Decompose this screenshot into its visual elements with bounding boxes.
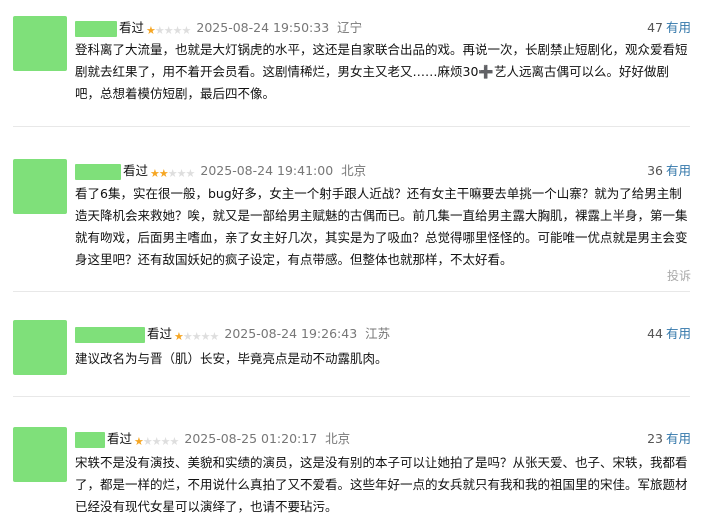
comment-meta: 看过 ★★★★★ 2025-08-24 19:26:43 江苏 xyxy=(75,325,390,343)
useful-button[interactable]: 有用 xyxy=(666,326,691,341)
username[interactable] xyxy=(75,326,145,343)
star-icon: ★ xyxy=(158,166,169,180)
comment-meta: 看过 ★★★★★ 2025-08-24 19:50:33 辽宁 xyxy=(75,19,362,37)
comment-location: 北京 xyxy=(325,431,351,446)
star-icon: ★ xyxy=(209,329,220,343)
star-icon: ★ xyxy=(151,434,162,448)
star-icon: ★ xyxy=(200,329,211,343)
star-icon: ★ xyxy=(172,23,183,37)
comment-meta: 看过 ★★★★★ 2025-08-25 01:20:17 北京 xyxy=(75,430,350,448)
comment-time: 2025-08-24 19:50:33 xyxy=(196,20,330,35)
rating-stars: ★★★★★ xyxy=(150,164,196,180)
useful-button[interactable]: 有用 xyxy=(666,431,691,446)
comment-time: 2025-08-25 01:20:17 xyxy=(184,431,318,446)
watch-status: 看过 xyxy=(123,163,149,178)
star-icon: ★ xyxy=(150,166,160,180)
star-icon: ★ xyxy=(174,329,184,343)
vote-number: 44 xyxy=(647,326,663,341)
comment-text: 宋轶不是没有演技、美貌和实绩的演员，这是没有别的本子可以让她拍了是吗？从张天爱、… xyxy=(75,455,688,514)
watch-status: 看过 xyxy=(147,326,173,341)
watch-status: 看过 xyxy=(107,431,133,446)
comment-meta: 看过 ★★★★★ 2025-08-24 19:41:00 北京 xyxy=(75,162,366,180)
divider xyxy=(13,291,690,292)
rating-stars: ★★★★★ xyxy=(134,432,180,448)
star-icon: ★ xyxy=(163,23,174,37)
vote-count: 36 有用 xyxy=(647,162,691,180)
star-icon: ★ xyxy=(167,166,178,180)
star-icon: ★ xyxy=(154,23,165,37)
star-icon: ★ xyxy=(182,329,193,343)
avatar[interactable] xyxy=(13,320,67,375)
star-icon: ★ xyxy=(160,434,171,448)
star-icon: ★ xyxy=(142,434,153,448)
star-icon: ★ xyxy=(134,434,144,448)
star-icon: ★ xyxy=(185,166,196,180)
divider xyxy=(13,126,690,127)
comment-location: 北京 xyxy=(341,163,367,178)
comment-location: 江苏 xyxy=(365,326,391,341)
vote-number: 47 xyxy=(647,20,663,35)
useful-button[interactable]: 有用 xyxy=(666,163,691,178)
comment-location: 辽宁 xyxy=(337,20,363,35)
vote-count: 47 有用 xyxy=(647,19,691,37)
watch-status: 看过 xyxy=(119,20,145,35)
username[interactable] xyxy=(75,163,121,180)
comment-text: 建议改名为与晋（肌）长安，毕竟亮点是动不动露肌肉。 xyxy=(75,351,388,366)
star-icon: ★ xyxy=(181,23,192,37)
rating-stars: ★★★★★ xyxy=(146,21,192,37)
vote-count: 23 有用 xyxy=(647,430,691,448)
star-icon: ★ xyxy=(191,329,202,343)
avatar[interactable] xyxy=(13,427,67,482)
star-icon: ★ xyxy=(176,166,187,180)
rating-stars: ★★★★★ xyxy=(174,327,220,343)
divider xyxy=(13,396,690,397)
vote-number: 36 xyxy=(647,163,663,178)
comment-time: 2025-08-24 19:26:43 xyxy=(224,326,358,341)
avatar[interactable] xyxy=(13,159,67,214)
username[interactable] xyxy=(75,20,117,37)
star-icon: ★ xyxy=(169,434,180,448)
comment-text: 看了6集，实在很一般，bug好多，女主一个射手跟人近战？还有女主干嘛要去单挑一个… xyxy=(75,186,688,267)
report-button[interactable]: 投诉 xyxy=(667,267,691,284)
vote-count: 44 有用 xyxy=(647,325,691,343)
star-icon: ★ xyxy=(146,23,156,37)
avatar[interactable] xyxy=(13,16,67,71)
comment-time: 2025-08-24 19:41:00 xyxy=(200,163,334,178)
useful-button[interactable]: 有用 xyxy=(666,20,691,35)
username[interactable] xyxy=(75,431,105,448)
vote-number: 23 xyxy=(647,431,663,446)
comment-text: 登科离了大流量，也就是大灯锅虎的水平，这还是自家联合出品的戏。再说一次，长剧禁止… xyxy=(75,42,688,101)
